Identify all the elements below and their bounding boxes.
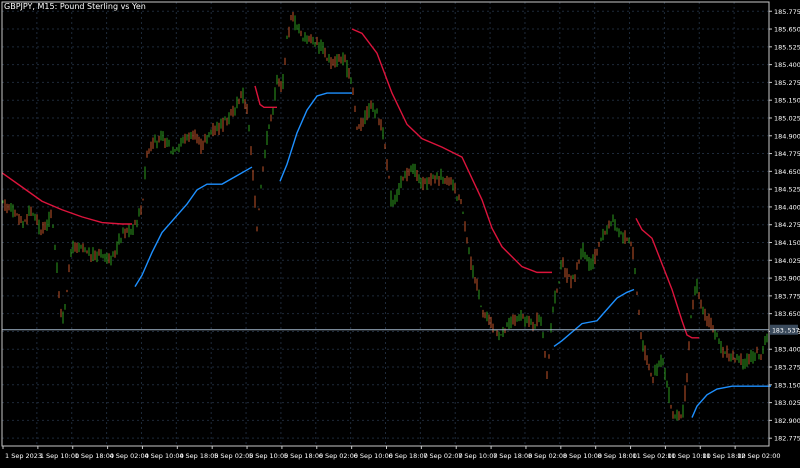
- price-tick-label: 184.900: [774, 132, 800, 140]
- time-tick-label: 12 Sep 02:00: [737, 452, 780, 460]
- price-tick-label: 185.275: [774, 79, 800, 87]
- time-scale[interactable]: 1 Sep 20231 Sep 10:001 Sep 18:004 Sep 02…: [2, 446, 781, 460]
- time-tick-label: 8 Sep 02:00: [528, 452, 567, 460]
- price-tick-label: 182.775: [774, 435, 800, 443]
- price-chart[interactable]: 185.775 185.650 185.525 185.400 185.275 185.1…: [0, 0, 800, 464]
- price-tick-label: 184.400: [774, 203, 800, 211]
- price-tick-label: 183.025: [774, 399, 800, 407]
- price-tick-label: 183.900: [774, 275, 800, 283]
- price-tick-label: 184.025: [774, 257, 800, 265]
- symbol-title: GBPJPY, M15: Pound Sterling vs Yen: [4, 2, 146, 11]
- time-tick-label: 4 Sep 10:00: [144, 452, 183, 460]
- price-tick-label: 183.775: [774, 292, 800, 300]
- time-tick-label: 7 Sep 10:00: [458, 452, 497, 460]
- time-tick-label: 8 Sep 10:00: [563, 452, 602, 460]
- price-tick-label: 185.025: [774, 114, 800, 122]
- price-tick-label: 185.525: [774, 43, 800, 51]
- time-tick-label: 7 Sep 18:00: [493, 452, 532, 460]
- price-tick-label: 184.275: [774, 221, 800, 229]
- lower-band-segment: [553, 288, 635, 347]
- upper-band-segment: [351, 28, 552, 274]
- price-tick-label: 185.400: [774, 61, 800, 69]
- time-tick-label: 6 Sep 18:00: [389, 452, 428, 460]
- time-tick-label: 1 Sep 18:00: [75, 452, 114, 460]
- time-tick-label: 6 Sep 02:00: [319, 452, 358, 460]
- price-tick-label: 184.650: [774, 168, 800, 176]
- price-tick-label: 183.650: [774, 310, 800, 318]
- price-tick-label: 185.775: [774, 8, 800, 16]
- time-tick-label: 4 Sep 18:00: [179, 452, 218, 460]
- price-tick-label: 185.650: [774, 26, 800, 34]
- current-price-tag: 183.537: [770, 324, 799, 335]
- time-tick-label: 5 Sep 18:00: [284, 452, 323, 460]
- current-price-value: 183.537: [772, 327, 799, 335]
- price-tick-label: 184.525: [774, 186, 800, 194]
- indicator-bands: [1, 28, 771, 418]
- time-tick-label: 6 Sep 10:00: [354, 452, 393, 460]
- price-tick-label: 183.150: [774, 381, 800, 389]
- lower-band-segment: [691, 385, 771, 418]
- chart-window[interactable]: 185.775 185.650 185.525 185.400 185.275 185.1…: [0, 0, 800, 464]
- price-tick-label: 184.775: [774, 150, 800, 158]
- time-tick-label: 5 Sep 02:00: [214, 452, 253, 460]
- time-tick-label: 8 Sep 18:00: [598, 452, 637, 460]
- price-tick-label: 185.150: [774, 97, 800, 105]
- time-tick-label: 7 Sep 02:00: [423, 452, 462, 460]
- time-tick-label: 5 Sep 10:00: [249, 452, 288, 460]
- price-tick-label: 184.150: [774, 239, 800, 247]
- lower-band-segment: [134, 166, 253, 287]
- upper-band-segment: [635, 217, 699, 339]
- time-tick-label: 1 Sep 10:00: [40, 452, 79, 460]
- price-tick-label: 182.900: [774, 417, 800, 425]
- price-tick-label: 183.275: [774, 364, 800, 372]
- price-scale[interactable]: 185.775 185.650 185.525 185.400 185.275 185.1…: [769, 8, 800, 443]
- time-tick-label: 4 Sep 02:00: [110, 452, 149, 460]
- time-tick-label: 1 Sep 2023: [5, 452, 42, 460]
- upper-band-segment: [254, 85, 277, 109]
- price-tick-label: 183.400: [774, 346, 800, 354]
